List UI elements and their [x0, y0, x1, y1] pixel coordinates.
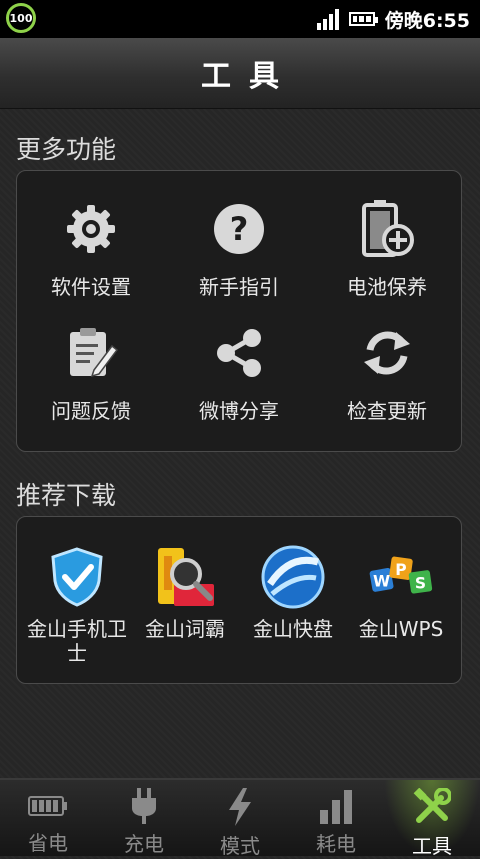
tab-consumption-label: 耗电: [316, 832, 356, 856]
tab-tools-label: 工具: [412, 834, 452, 858]
app-kingsoft-kuaipan-label: 金山快盘: [253, 617, 333, 641]
tool-feedback-label: 问题反馈: [51, 399, 131, 423]
recommended-panel: 金山手机卫士 金山词霸 金山快盘 W P S 金山WPS: [16, 516, 462, 684]
page-title: 工具: [201, 59, 297, 94]
tab-power-saving-label: 省电: [28, 831, 68, 855]
svg-text:P: P: [395, 561, 406, 579]
refresh-icon: [357, 323, 417, 383]
wps-icon: W P S: [367, 543, 435, 611]
tool-feedback[interactable]: 问题反馈: [17, 323, 165, 447]
more-features-panel: 软件设置 ? 新手指引 电池保养 问题反馈 微博分享 检查更新: [16, 170, 462, 452]
tool-settings-label: 软件设置: [51, 275, 131, 299]
tab-mode[interactable]: 模式: [192, 780, 288, 858]
tool-guide[interactable]: ? 新手指引: [165, 199, 313, 323]
status-bar: 100 傍晚6:55: [0, 0, 480, 38]
tool-guide-label: 新手指引: [199, 275, 279, 299]
tool-battery-care-label: 电池保养: [347, 275, 427, 299]
svg-text:W: W: [373, 573, 390, 591]
help-icon: ?: [209, 199, 269, 259]
svg-text:S: S: [415, 575, 426, 593]
section-title-more-features: 更多功能: [16, 135, 117, 164]
status-battery-icon: [348, 12, 378, 26]
tool-weibo-share-label: 微博分享: [199, 399, 279, 423]
shield-check-icon: [43, 543, 111, 611]
app-kingsoft-dictionary-label: 金山词霸: [145, 617, 225, 641]
status-time: 傍晚6:55: [384, 9, 470, 32]
lightning-icon: [218, 788, 262, 826]
clipboard-edit-icon: [61, 323, 121, 383]
dictionary-icon: [151, 543, 219, 611]
app-kingsoft-kuaipan[interactable]: 金山快盘: [239, 543, 347, 693]
app-kingsoft-security-label: 金山手机卫士: [27, 617, 127, 665]
battery-level-text: 100: [9, 11, 33, 25]
bottom-tab-bar: 省电 充电 模式 耗电 工具: [0, 778, 480, 858]
app-kingsoft-security[interactable]: 金山手机卫士: [23, 543, 131, 693]
svg-text:?: ?: [230, 210, 249, 248]
tab-tools[interactable]: 工具: [384, 780, 480, 858]
status-right: 傍晚6:55: [316, 0, 470, 38]
cloud-disk-icon: [259, 543, 327, 611]
tools-icon: [410, 788, 454, 826]
tab-mode-label: 模式: [220, 834, 260, 858]
app-kingsoft-wps[interactable]: W P S 金山WPS: [347, 543, 455, 693]
app-kingsoft-dictionary[interactable]: 金山词霸: [131, 543, 239, 693]
title-bar: 工具: [0, 38, 480, 109]
battery-plus-icon: [357, 199, 417, 259]
gear-icon: [61, 199, 121, 259]
battery-level-badge: 100: [6, 3, 36, 33]
tool-check-update-label: 检查更新: [347, 399, 427, 423]
tool-weibo-share[interactable]: 微博分享: [165, 323, 313, 447]
battery-icon: [26, 788, 70, 823]
tab-charging[interactable]: 充电: [96, 780, 192, 856]
signal-icon: [316, 8, 339, 30]
app-kingsoft-wps-label: 金山WPS: [358, 617, 444, 641]
tab-charging-label: 充电: [124, 832, 164, 856]
tool-battery-care[interactable]: 电池保养: [313, 199, 461, 323]
tab-power-saving[interactable]: 省电: [0, 780, 96, 856]
tool-check-update[interactable]: 检查更新: [313, 323, 461, 447]
section-title-recommended: 推荐下载: [16, 481, 117, 510]
plug-icon: [122, 788, 166, 824]
share-icon: [209, 323, 269, 383]
tab-consumption[interactable]: 耗电: [288, 780, 384, 856]
bars-icon: [314, 788, 358, 824]
tool-settings[interactable]: 软件设置: [17, 199, 165, 323]
